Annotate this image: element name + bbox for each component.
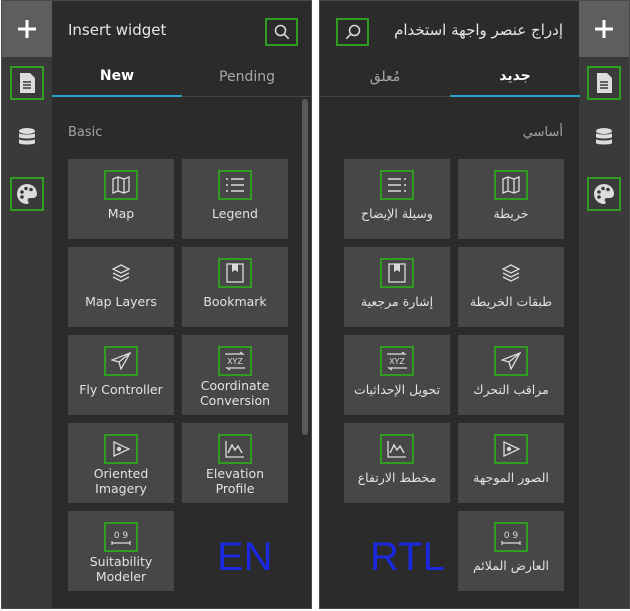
scrollbar[interactable] <box>302 99 308 435</box>
svg-text:0 9: 0 9 <box>114 531 129 541</box>
widget-fly-controller[interactable]: Fly Controller <box>68 335 174 415</box>
widget-map-layers[interactable]: طبقات الخريطة <box>458 247 564 327</box>
widget-label: خريطة <box>493 206 529 221</box>
widget-elevation-profile[interactable]: Elevation Profile <box>182 423 288 503</box>
widget-label: مراقب التحرك <box>473 382 549 397</box>
map-icon <box>104 170 138 200</box>
widget-fly-controller[interactable]: مراقب التحرك <box>458 335 564 415</box>
widget-legend[interactable]: وسيلة الإيضاح <box>344 159 450 239</box>
widget-label: Fly Controller <box>79 382 163 397</box>
widget-label: Oriented Imagery <box>93 466 149 496</box>
tab-new[interactable]: New <box>52 57 182 97</box>
widget-legend[interactable]: Legend <box>182 159 288 239</box>
layers-icon <box>494 258 528 288</box>
insert-widget-panel-rtl: إدراج عنصر واجهة استخدام مُعلق جديد أساس… <box>319 0 630 609</box>
theme-icon <box>17 184 37 204</box>
svg-text:XYZ: XYZ <box>389 357 405 366</box>
side-rail <box>579 1 629 608</box>
widget-label: طبقات الخريطة <box>469 294 553 309</box>
add-button[interactable] <box>579 1 629 57</box>
widget-label: تحويل الإحداثيات <box>353 382 441 397</box>
elevation-icon <box>380 434 414 464</box>
tab-new[interactable]: جديد <box>450 57 580 97</box>
widget-label: Legend <box>212 206 258 221</box>
widget-label: مخطط الارتفاع <box>357 470 437 485</box>
language-marker: EN <box>217 535 273 579</box>
legend-icon <box>218 170 252 200</box>
widget-label: إشارة مرجعية <box>360 294 434 309</box>
widget-list: Insert widget New Pending Basic Map Lege… <box>52 1 311 608</box>
theme-button[interactable] <box>10 177 44 211</box>
coordinate-icon: XYZ <box>218 346 252 376</box>
legend-icon <box>380 170 414 200</box>
insert-widget-panel-en: Insert widget New Pending Basic Map Lege… <box>1 0 312 609</box>
widget-grid: Map Legend Map Layers Bookmark Fly Contr… <box>68 159 288 599</box>
widget-label: وسيلة الإيضاح <box>361 206 433 221</box>
widget-bookmark[interactable]: إشارة مرجعية <box>344 247 450 327</box>
widget-suitability-modeler[interactable]: 0 9 العارض الملائم <box>458 511 564 591</box>
widget-coordinate-conversion[interactable]: XYZ Coordinate Conversion <box>182 335 288 415</box>
add-icon <box>18 20 36 38</box>
suitability-icon: 0 9 <box>494 522 528 552</box>
widget-suitability-modeler[interactable]: 0 9 Suitability Modeler <box>68 511 174 591</box>
bookmark-icon <box>218 258 252 288</box>
theme-button[interactable] <box>587 177 621 211</box>
elevation-icon <box>218 434 252 464</box>
bookmark-icon <box>380 258 414 288</box>
widget-label: Map <box>107 206 135 221</box>
page-icon <box>597 73 612 93</box>
theme-icon <box>594 184 614 204</box>
widget-map-layers[interactable]: Map Layers <box>68 247 174 327</box>
page-button[interactable] <box>587 66 621 100</box>
widget-label: الصور الموجهة <box>473 470 549 485</box>
data-icon <box>596 128 612 145</box>
data-button[interactable] <box>587 121 621 155</box>
page-icon <box>20 73 35 93</box>
svg-text:XYZ: XYZ <box>227 357 243 366</box>
map-icon <box>494 170 528 200</box>
page-button[interactable] <box>10 66 44 100</box>
svg-text:0 9: 0 9 <box>504 531 519 541</box>
widget-map[interactable]: Map <box>68 159 174 239</box>
add-icon <box>595 20 613 38</box>
suitability-icon: 0 9 <box>104 522 138 552</box>
tab-bar: New Pending <box>52 57 311 97</box>
widget-oriented-imagery[interactable]: Oriented Imagery <box>68 423 174 503</box>
tab-pending[interactable]: مُعلق <box>320 57 450 97</box>
search-icon <box>274 24 289 40</box>
widget-map[interactable]: خريطة <box>458 159 564 239</box>
widget-label: Coordinate Conversion <box>199 378 271 408</box>
widget-label: Elevation Profile <box>205 466 265 496</box>
widget-label: Bookmark <box>203 294 267 309</box>
widget-oriented-imagery[interactable]: الصور الموجهة <box>458 423 564 503</box>
oriented-imagery-icon <box>104 434 138 464</box>
side-rail <box>2 1 52 608</box>
tab-bar: مُعلق جديد <box>320 57 580 97</box>
panel-title: Insert widget <box>68 21 167 39</box>
widget-grid: خريطة وسيلة الإيضاح طبقات الخريطة إشارة … <box>344 159 564 599</box>
data-icon <box>19 128 35 145</box>
fly-icon <box>104 346 138 376</box>
widget-list: إدراج عنصر واجهة استخدام مُعلق جديد أساس… <box>320 1 580 608</box>
add-button[interactable] <box>2 1 52 57</box>
section-label: Basic <box>68 125 103 140</box>
widget-label: Suitability Modeler <box>89 554 153 584</box>
oriented-imagery-icon <box>494 434 528 464</box>
search-icon <box>345 24 360 40</box>
widget-label: العارض الملائم <box>472 558 549 573</box>
fly-icon <box>494 346 528 376</box>
language-marker: RTL <box>370 535 445 579</box>
tab-pending[interactable]: Pending <box>182 57 311 97</box>
widget-elevation-profile[interactable]: مخطط الارتفاع <box>344 423 450 503</box>
coordinate-icon: XYZ <box>380 346 414 376</box>
search-button[interactable] <box>336 18 369 46</box>
widget-bookmark[interactable]: Bookmark <box>182 247 288 327</box>
layers-icon <box>104 258 138 288</box>
widget-label: Map Layers <box>85 294 157 309</box>
widget-coordinate-conversion[interactable]: XYZ تحويل الإحداثيات <box>344 335 450 415</box>
data-button[interactable] <box>10 121 44 155</box>
search-button[interactable] <box>265 18 298 46</box>
section-label: أساسي <box>522 125 563 140</box>
panel-title: إدراج عنصر واجهة استخدام <box>394 21 563 39</box>
